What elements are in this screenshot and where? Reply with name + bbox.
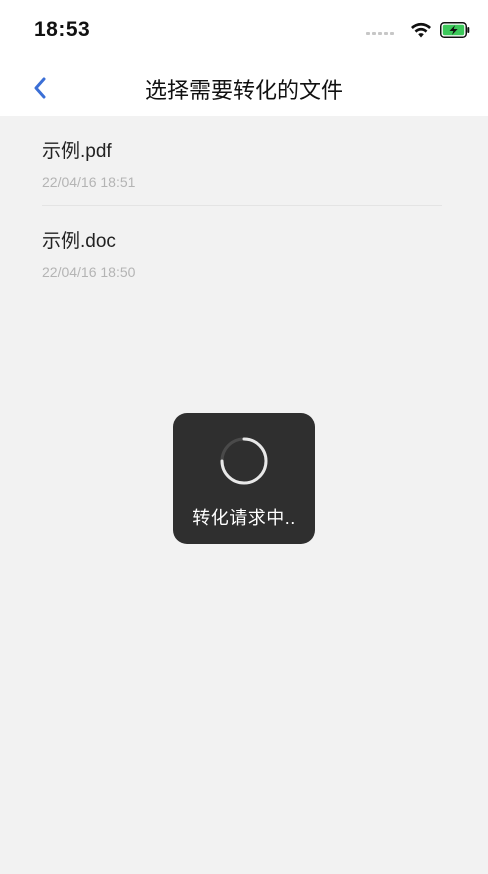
file-name: 示例.doc [42, 231, 116, 252]
file-list: 示例.pdf 22/04/16 18:51 示例.doc 22/04/16 18… [0, 116, 488, 296]
status-time: 18:53 [34, 18, 91, 41]
screen: 18:53 选择需要转化的文件 示例.pdf 22/04/16 18:51 示例… [0, 0, 488, 874]
wifi-icon [411, 22, 431, 38]
status-icons [366, 18, 470, 42]
file-name: 示例.pdf [42, 141, 112, 162]
file-item-doc[interactable]: 示例.doc 22/04/16 18:50 [42, 206, 442, 296]
file-date: 22/04/16 18:51 [42, 174, 136, 190]
page-title: 选择需要转化的文件 [144, 78, 343, 103]
status-bar: 18:53 [0, 0, 488, 60]
battery-charging-icon [440, 22, 470, 38]
file-date: 22/04/16 18:50 [42, 264, 136, 280]
navigation-bar: 选择需要转化的文件 [0, 60, 488, 116]
loading-text: 转化请求中.. [192, 508, 296, 528]
cellular-signal-icon [366, 25, 402, 35]
loading-toast: 转化请求中.. [173, 413, 315, 544]
file-item-pdf[interactable]: 示例.pdf 22/04/16 18:51 [42, 116, 442, 206]
loading-spinner-icon [220, 437, 268, 485]
